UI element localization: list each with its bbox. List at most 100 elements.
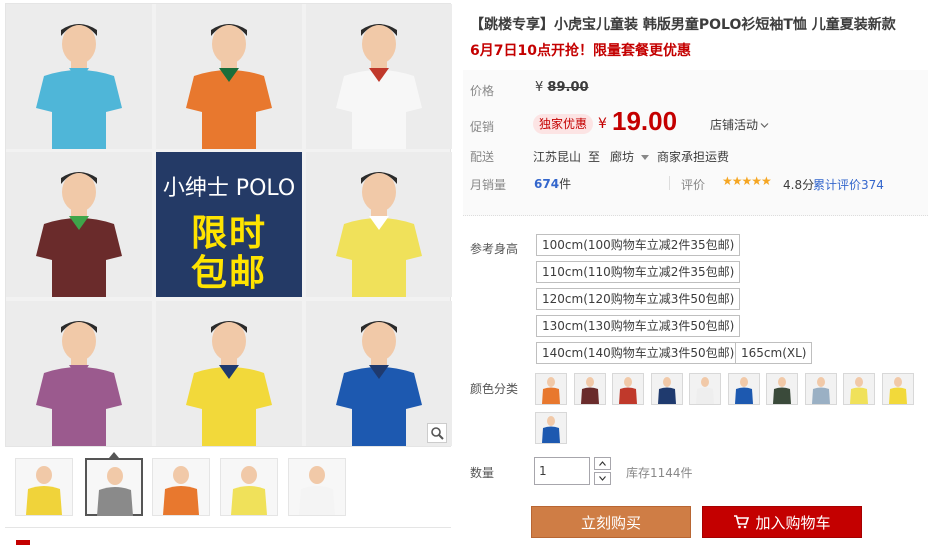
shop-activity-dropdown[interactable]: 店铺活动 (710, 116, 769, 133)
promo-currency: ¥ (598, 116, 607, 132)
color-swatch[interactable] (612, 373, 644, 405)
product-photo (6, 301, 152, 446)
color-swatch[interactable] (535, 373, 567, 405)
original-price-value: 89.00 (547, 80, 589, 95)
sales-unit: 件 (559, 177, 572, 191)
delivery-from: 江苏昆山 (533, 150, 582, 164)
size-option[interactable]: 100cm(100购物车立减2件35包邮) (536, 234, 741, 256)
color-swatch[interactable] (804, 373, 837, 405)
color-swatch[interactable] (689, 373, 721, 405)
thumbnail[interactable] (152, 458, 210, 516)
star-rating-icon: ★★★★★ (722, 174, 772, 188)
promo-title: 小绅士 POLO (162, 176, 296, 201)
chevron-down-icon (760, 123, 769, 128)
quantity-label: 数量 (470, 466, 495, 480)
quantity-increase-button[interactable] (594, 457, 611, 470)
size-option[interactable]: 165cm(XL) (735, 342, 813, 364)
gallery-tile (306, 152, 452, 297)
price-label: 价格 (470, 84, 495, 98)
product-photo (156, 4, 302, 149)
arrow-down-icon (599, 476, 606, 481)
thumbnail-image (231, 466, 267, 515)
thumbnail-strip (5, 452, 451, 524)
thumbnail[interactable] (220, 458, 278, 516)
quantity-decrease-button[interactable] (594, 472, 611, 485)
swatch-image (651, 374, 682, 404)
color-label: 颜色分类 (470, 382, 519, 396)
color-swatch[interactable] (650, 373, 683, 405)
sales-label: 月销量 (470, 178, 507, 192)
product-photo (6, 4, 152, 149)
gallery-tile (156, 4, 302, 149)
color-swatch[interactable] (535, 412, 567, 444)
size-option[interactable]: 130cm(130购物车立减3件50包邮) (536, 315, 741, 337)
delivery-destination-label: 廊坊 (610, 150, 635, 164)
thumbnail[interactable] (85, 458, 143, 516)
swatch-image (613, 374, 643, 404)
product-title: 【跳楼专享】小虎宝儿童装 韩版男童POLO衫短袖T恤 儿童夏装新款 (470, 17, 896, 33)
add-to-cart-label: 加入购物车 (755, 513, 831, 532)
price-panel (463, 70, 928, 216)
arrow-up-icon (599, 461, 606, 466)
size-label: 参考身高 (470, 242, 519, 256)
thumbnail[interactable] (15, 458, 73, 516)
swatch-image (536, 413, 566, 443)
color-swatch[interactable] (766, 373, 798, 405)
product-photo (306, 4, 452, 149)
product-gallery: 小绅士 POLO 限时 包邮 (5, 3, 452, 447)
tab-indicator (16, 540, 30, 545)
size-option[interactable]: 140cm(140购物车立减3件50包邮) (536, 342, 741, 364)
color-swatch[interactable] (843, 373, 875, 405)
delivery-destination[interactable]: 廊坊 (610, 148, 649, 165)
swatch-image (536, 374, 566, 404)
product-subtitle: 6月7日10点开抢！限量套餐更优惠 (470, 43, 691, 59)
thumbnail-image (299, 466, 335, 515)
buy-now-label: 立刻购买 (580, 513, 641, 532)
size-option[interactable]: 120cm(120购物车立减3件50包邮) (536, 288, 741, 310)
divider (5, 527, 451, 528)
rating-score: 4.8分 (783, 178, 815, 192)
gallery-tile (6, 301, 152, 446)
swatch-image (767, 374, 797, 404)
buy-now-button[interactable]: 立刻购买 (531, 506, 691, 538)
currency-symbol: ¥ (535, 80, 544, 95)
swatch-image (728, 374, 759, 404)
cart-icon (734, 515, 750, 529)
swatch-image (844, 374, 874, 404)
color-swatch[interactable] (727, 373, 760, 405)
add-to-cart-button[interactable]: 加入购物车 (702, 506, 862, 538)
sales-count: 674 (534, 177, 560, 191)
thumbnail-image (26, 466, 62, 515)
cumulative-reviews-link[interactable]: 累计评价374 (813, 176, 884, 193)
zoom-button[interactable] (427, 423, 447, 443)
color-swatch[interactable] (881, 373, 914, 405)
promo-price: 19.00 (612, 106, 678, 136)
delivery-to-word: 至 (588, 150, 601, 164)
gallery-tile (306, 4, 452, 149)
divider (669, 176, 670, 190)
promo-badge: 独家优惠 (533, 114, 594, 134)
thumbnail-image (163, 466, 199, 515)
swatch-image (690, 374, 720, 404)
swatch-image (882, 374, 913, 404)
swatch-image (574, 374, 605, 404)
size-option[interactable]: 110cm(110购物车立减2件35包邮) (536, 261, 741, 283)
delivery-label: 配送 (470, 150, 495, 164)
product-photo (6, 152, 152, 297)
promo-text-2: 包邮 (190, 253, 267, 294)
selected-indicator-icon (109, 452, 119, 458)
shop-activity-label: 店铺活动 (710, 118, 759, 132)
promo-label: 促销 (470, 120, 495, 134)
promo-banner: 小绅士 POLO 限时 包邮 (156, 152, 302, 297)
gallery-tile (156, 301, 302, 446)
product-photo (156, 301, 302, 446)
gallery-tile (6, 152, 152, 297)
quantity-input[interactable]: 1 (534, 457, 590, 485)
swatch-image (805, 374, 836, 404)
color-swatch[interactable] (573, 373, 606, 405)
magnifier-icon (430, 426, 444, 440)
original-price: ¥ 89.00 (535, 80, 589, 95)
thumbnail[interactable] (288, 458, 346, 516)
caret-down-icon (640, 154, 649, 160)
review-label: 评价 (681, 178, 706, 192)
